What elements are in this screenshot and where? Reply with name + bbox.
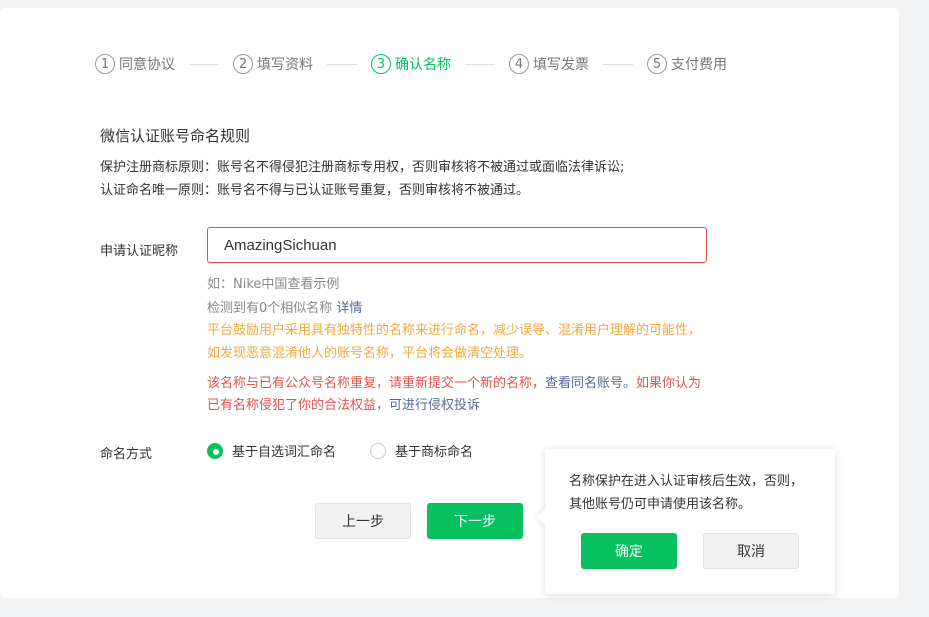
step-2: 2 填写资料 <box>233 54 313 74</box>
popover-message: 名称保护在进入认证审核后生效，否则，其他账号仍可申请使用该名称。 <box>569 474 804 512</box>
similar-names-text: 检测到有0个相似名称 <box>207 301 333 316</box>
step-divider <box>603 63 633 65</box>
error-infringe-text: 如果你认为 <box>636 376 702 391</box>
error-rights-text: 已有名称侵犯了你的合法权益， <box>207 398 390 413</box>
step-divider <box>327 63 357 65</box>
step-divider <box>189 63 219 65</box>
rule-unique: 认证命名唯一原则：账号名不得与已认证账号重复，否则审核将不被通过。 <box>100 183 530 198</box>
step-5: 5 支付费用 <box>647 54 727 74</box>
name-field-label: 申请认证昵称 <box>100 244 179 259</box>
similar-names-hint: 检测到有0个相似名称 详情 <box>207 297 362 316</box>
step-label: 支付费用 <box>671 57 727 73</box>
step-label: 同意协议 <box>119 57 175 73</box>
step-label: 填写发票 <box>533 57 589 73</box>
step-number: 2 <box>233 54 253 74</box>
error-line-2: 已有名称侵犯了你的合法权益，可进行侵权投诉 <box>207 394 480 413</box>
prev-step-button[interactable]: 上一步 <box>315 503 411 539</box>
naming-method-label: 命名方式 <box>100 447 153 462</box>
step-number: 4 <box>509 54 529 74</box>
confirm-popover: 名称保护在进入认证审核后生效，否则，其他账号仍可申请使用该名称。 确定 取消 <box>545 449 835 594</box>
view-same-name-link[interactable]: 查看同名账号。 <box>545 376 636 391</box>
radio-custom-words[interactable]: 基于自选词汇命名 <box>207 441 336 460</box>
step-number: 3 <box>371 54 391 74</box>
radio-label: 基于自选词汇命名 <box>232 445 337 460</box>
next-step-button[interactable]: 下一步 <box>427 503 523 539</box>
step-divider <box>465 63 495 65</box>
warning-line-1: 平台鼓励用户采用具有独特性的名称来进行命名，减少误导、混淆用户理解的可能性， <box>207 323 702 338</box>
error-line-1: 该名称与已有公众号名称重复，请重新提交一个新的名称，查看同名账号。如果你认为 <box>207 372 701 391</box>
warning-line-2: 如发现恶意混淆他人的账号名称，平台将会做清空处理。 <box>207 346 533 361</box>
similar-details-link[interactable]: 详情 <box>336 301 362 316</box>
step-label: 填写资料 <box>257 57 313 73</box>
error-duplicate-text: 该名称与已有公众号名称重复，请重新提交一个新的名称， <box>207 376 546 391</box>
step-label: 确认名称 <box>395 57 451 73</box>
name-input[interactable] <box>207 227 707 263</box>
step-4: 4 填写发票 <box>509 54 589 74</box>
step-3: 3 确认名称 <box>371 54 451 74</box>
radio-unchecked-icon <box>370 442 387 459</box>
example-hint: 如：Nike中国查看示例 <box>207 277 340 292</box>
step-indicator: 1 同意协议 2 填写资料 3 确认名称 4 填写发票 5 支付费用 <box>95 53 727 75</box>
infringement-complaint-link[interactable]: 可进行侵权投诉 <box>389 398 480 413</box>
rule-trademark: 保护注册商标原则：账号名不得侵犯注册商标专用权，否则审核将不被通过或面临法律诉讼… <box>100 160 625 175</box>
step-number: 1 <box>95 54 115 74</box>
radio-label: 基于商标命名 <box>395 445 474 460</box>
step-1: 1 同意协议 <box>95 54 175 74</box>
rules-title: 微信认证账号命名规则 <box>100 127 251 145</box>
naming-method-group: 基于自选词汇命名 基于商标命名 <box>207 441 507 460</box>
popover-confirm-button[interactable]: 确定 <box>581 533 677 569</box>
popover-cancel-button[interactable]: 取消 <box>703 533 799 569</box>
radio-checked-icon <box>207 442 223 459</box>
step-number: 5 <box>647 54 667 74</box>
radio-trademark[interactable]: 基于商标命名 <box>370 441 473 460</box>
